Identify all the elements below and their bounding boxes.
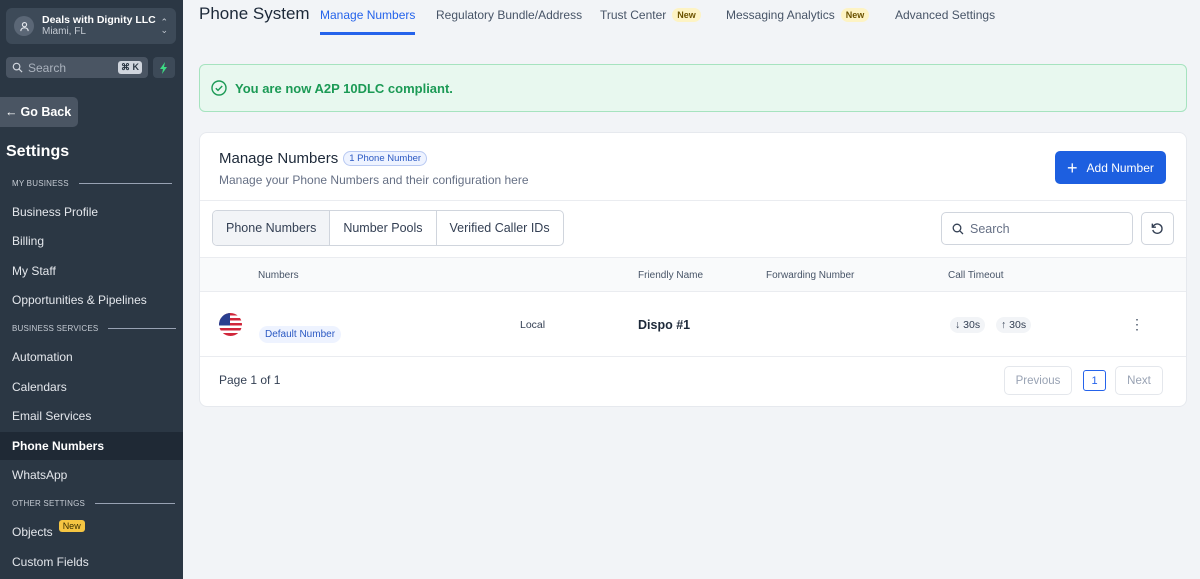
sidebar-item-label: Objects	[12, 525, 53, 539]
sidebar-item-custom-fields[interactable]: Custom Fields	[0, 548, 183, 576]
card-title-text: Manage Numbers	[219, 150, 339, 167]
bolt-icon	[160, 61, 167, 74]
sidebar-item-automation[interactable]: Automation	[0, 343, 183, 371]
compliance-alert: You are now A2P 10DLC compliant.	[199, 64, 1187, 112]
top-nav: Phone System Manage Numbers Regulatory B…	[183, 0, 1200, 36]
divider	[200, 200, 1186, 201]
sidebar-item-billing[interactable]: Billing	[0, 227, 183, 255]
refresh-icon	[1151, 223, 1163, 234]
col-friendly-name: Friendly Name	[638, 270, 704, 281]
tab-number-pools[interactable]: Number Pools	[330, 211, 437, 245]
us-flag-icon	[219, 313, 242, 336]
table-header: Numbers Friendly Name Forwarding Number …	[200, 257, 1186, 292]
plus-icon: +	[1067, 157, 1078, 178]
account-switcher[interactable]: Deals with Dignity LLC Miami, FL ⌃ ⌄	[6, 8, 176, 44]
tab-advanced-settings[interactable]: Advanced Settings	[895, 8, 995, 35]
chevron-updown-icon: ⌃ ⌄	[160, 17, 168, 35]
search-placeholder: Search	[970, 221, 1010, 236]
timeout-inbound: ↓ 30s	[950, 317, 986, 333]
new-badge: New	[840, 8, 870, 22]
sidebar: Deals with Dignity LLC Miami, FL ⌃ ⌄ Sear…	[0, 0, 183, 579]
col-forwarding-number: Forwarding Number	[766, 270, 855, 281]
tab-messaging-analytics[interactable]: Messaging Analytics New	[726, 8, 870, 35]
default-number-badge: Default Number	[259, 326, 342, 343]
arrow-up-icon: ↑	[1001, 319, 1007, 331]
quick-action-button[interactable]	[153, 57, 175, 78]
go-back-button[interactable]: ← Go Back	[0, 97, 78, 127]
tab-label: Trust Center	[600, 8, 667, 22]
main-content: Phone System Manage Numbers Regulatory B…	[183, 0, 1200, 579]
account-location: Miami, FL	[42, 26, 86, 37]
number-type: Local	[520, 319, 546, 331]
count-badge: 1 Phone Number	[343, 151, 428, 166]
sidebar-search-placeholder: Search	[28, 60, 67, 75]
friendly-name: Dispo #1	[638, 318, 691, 332]
page-title: Phone System	[199, 4, 310, 23]
sidebar-item-whatsapp[interactable]: WhatsApp	[0, 461, 183, 489]
timeout-outbound-value: 30s	[1009, 319, 1027, 331]
arrow-left-icon: ←	[5, 105, 18, 119]
sidebar-item-opportunities[interactable]: Opportunities & Pipelines	[0, 286, 183, 314]
arrow-down-icon: ↓	[955, 319, 961, 331]
card-title: Manage Numbers 1 Phone Number	[219, 150, 428, 167]
go-back-label: Go Back	[20, 105, 72, 119]
new-badge: New	[58, 520, 85, 532]
tab-regulatory-bundle[interactable]: Regulatory Bundle/Address	[436, 8, 582, 35]
previous-page-button[interactable]: Previous	[1004, 366, 1072, 395]
account-name: Deals with Dignity LLC	[42, 14, 156, 26]
user-icon	[14, 16, 34, 36]
sidebar-item-objects[interactable]: Objects New	[0, 518, 183, 546]
sidebar-item-phone-numbers[interactable]: Phone Numbers	[0, 432, 183, 460]
settings-title: Settings	[6, 143, 70, 160]
page-number-button[interactable]: 1	[1083, 370, 1106, 391]
refresh-button[interactable]	[1141, 212, 1174, 245]
add-number-label: Add Number	[1086, 160, 1154, 175]
number-type-tabs: Phone Numbers Number Pools Verified Call…	[212, 210, 564, 246]
alert-text: You are now A2P 10DLC compliant.	[235, 80, 453, 96]
timeout-inbound-value: 30s	[963, 319, 981, 331]
tab-label: Messaging Analytics	[726, 8, 835, 22]
sidebar-search-input[interactable]: Search ⌘ K	[6, 57, 148, 78]
section-my-business: MY BUSINESS	[12, 179, 172, 188]
col-call-timeout: Call Timeout	[948, 270, 1004, 281]
section-business-services: BUSINESS SERVICES	[12, 324, 177, 333]
manage-numbers-card: Manage Numbers 1 Phone Number Manage you…	[199, 132, 1187, 407]
new-badge: New	[672, 8, 701, 22]
tab-verified-caller-ids[interactable]: Verified Caller IDs	[437, 211, 563, 245]
section-label-text: MY BUSINESS	[12, 179, 69, 188]
card-subtitle: Manage your Phone Numbers and their conf…	[219, 173, 529, 187]
table-row[interactable]: Default Number Local Dispo #1 ↓ 30s ↑ 30…	[200, 292, 1186, 357]
tab-trust-center[interactable]: Trust Center New	[600, 8, 701, 35]
more-vertical-icon[interactable]: ⋮	[1130, 316, 1144, 333]
tab-phone-numbers[interactable]: Phone Numbers	[213, 211, 331, 245]
add-number-button[interactable]: + Add Number	[1055, 151, 1166, 184]
search-icon	[952, 223, 964, 234]
search-shortcut: ⌘ K	[118, 61, 142, 74]
timeout-outbound: ↑ 30s	[996, 317, 1032, 333]
section-label-text: BUSINESS SERVICES	[12, 324, 99, 333]
numbers-search-input[interactable]: Search	[941, 212, 1133, 245]
section-label-text: OTHER SETTINGS	[12, 499, 86, 508]
page-indicator: Page 1 of 1	[219, 373, 281, 387]
search-icon	[12, 62, 23, 73]
sidebar-item-email-services[interactable]: Email Services	[0, 402, 183, 430]
tab-manage-numbers[interactable]: Manage Numbers	[320, 8, 416, 35]
check-circle-icon	[211, 80, 227, 96]
col-numbers: Numbers	[258, 270, 299, 281]
sidebar-item-calendars[interactable]: Calendars	[0, 373, 183, 401]
sidebar-item-business-profile[interactable]: Business Profile	[0, 198, 183, 226]
section-other-settings: OTHER SETTINGS	[12, 499, 176, 508]
next-page-button[interactable]: Next	[1115, 366, 1163, 395]
sidebar-item-my-staff[interactable]: My Staff	[0, 257, 183, 285]
